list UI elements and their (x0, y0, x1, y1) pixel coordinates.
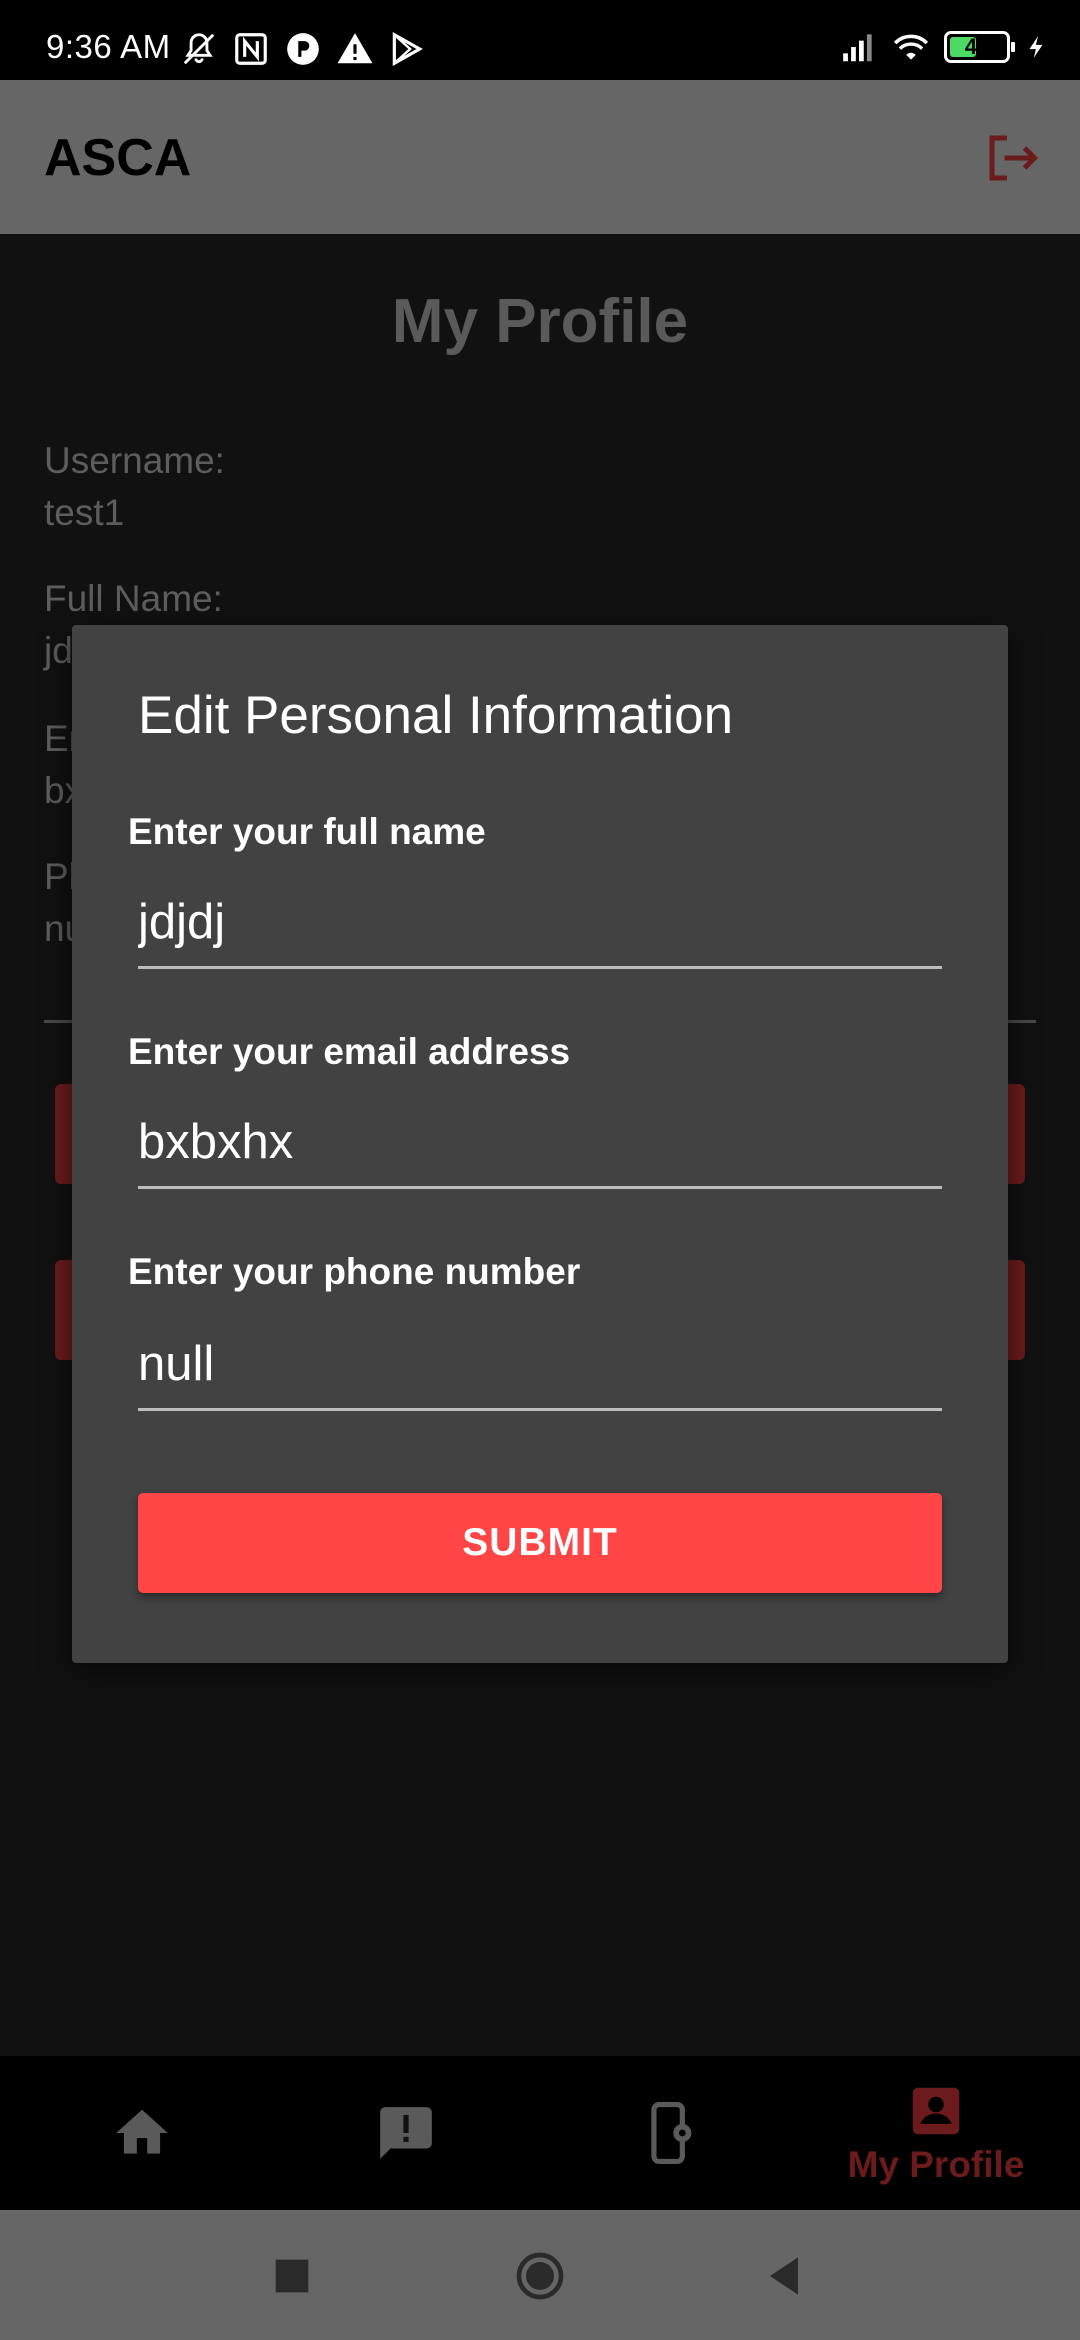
nav-my-profile[interactable]: My Profile (836, 2056, 1036, 2210)
nav-my-profile-label: My Profile (847, 2144, 1025, 2185)
signal-icon (843, 34, 872, 62)
phone-input[interactable] (138, 1331, 942, 1411)
page-title: My Profile (391, 287, 689, 356)
email-input-label: Enter your email address (128, 1031, 571, 1072)
home-button[interactable] (512, 2248, 568, 2304)
nav-home[interactable] (42, 2056, 242, 2210)
warning-icon (337, 33, 373, 64)
fullname-input-label: Enter your full name (128, 811, 486, 852)
back-button[interactable] (756, 2248, 812, 2304)
battery-level: 43 (964, 34, 990, 59)
charging-icon (1029, 36, 1043, 58)
username-value: test1 (44, 492, 125, 533)
phone-input-label: Enter your phone number (128, 1251, 581, 1292)
fullname-label: Full Name: (44, 578, 223, 619)
username-label: Username: (44, 440, 225, 481)
dialog-title: Edit Personal Information (138, 686, 734, 745)
recents-button[interactable] (264, 2248, 320, 2304)
status-icons-right: 43 (840, 28, 1050, 66)
submit-button[interactable]: SUBMIT (138, 1493, 942, 1593)
status-icons-left (180, 30, 426, 68)
email-input[interactable] (138, 1109, 942, 1189)
nfc-icon (235, 33, 267, 65)
app-bar: ASCA (0, 80, 1080, 234)
wifi-icon (893, 34, 929, 60)
mute-icon (183, 33, 215, 65)
play-store-icon (392, 32, 423, 66)
device-settings-icon (651, 2102, 692, 2164)
battery-icon: 43 (944, 31, 1015, 63)
system-nav-bar (0, 2210, 1080, 2340)
fullname-value: jd (44, 630, 73, 671)
profile-icon (912, 2087, 960, 2135)
nav-report[interactable] (306, 2056, 506, 2210)
home-icon (116, 2109, 168, 2154)
fullname-input[interactable] (138, 889, 942, 969)
status-bar: 9:36 AM 43 (0, 0, 1080, 80)
logout-icon[interactable] (982, 128, 1042, 188)
status-time: 9:36 AM (46, 28, 171, 65)
report-icon (380, 2107, 432, 2159)
edit-info-dialog: Edit Personal Information Enter your ful… (72, 625, 1008, 1663)
app-icon (287, 33, 319, 65)
bottom-nav: My Profile (0, 2056, 1080, 2210)
app-title: ASCA (44, 129, 192, 187)
nav-device-settings[interactable] (572, 2056, 772, 2210)
